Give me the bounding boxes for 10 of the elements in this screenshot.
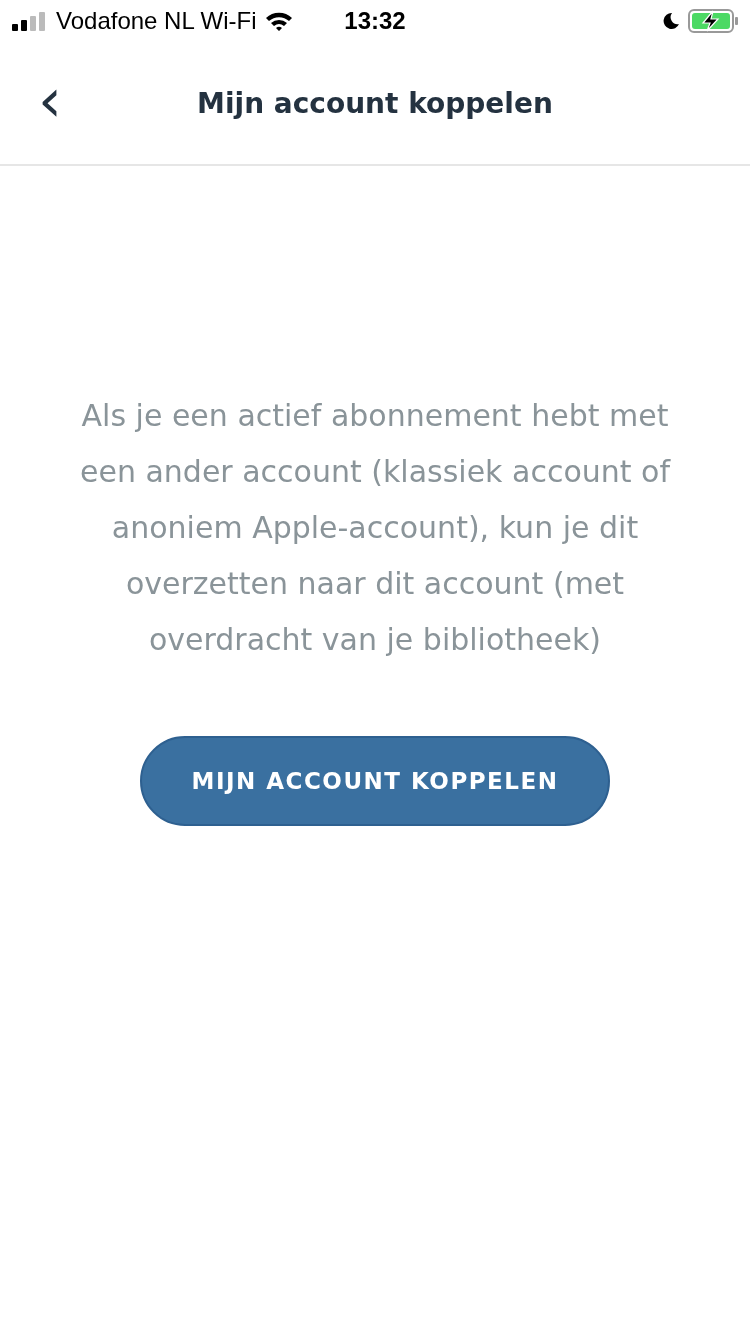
signal-icon [12,11,48,31]
status-time: 13:32 [343,7,407,35]
link-account-button[interactable]: MIJN ACCOUNT KOPPELEN [140,736,610,826]
battery-charging-icon [688,9,740,33]
screen-title: Mijn account koppelen [197,86,553,120]
info-text: Als je een actief abonnement hebt met een ander account (klassiek account of anoniem Apple-account), kun je dit overzetten naar dit account (met overdracht van je bibliotheek) [79,397,672,659]
moon-icon [662,12,680,30]
carrier-name: Vodafone NL Wi-Fi [56,7,257,35]
wifi-icon [264,10,293,32]
back-button[interactable]: ‹ [28,70,72,130]
